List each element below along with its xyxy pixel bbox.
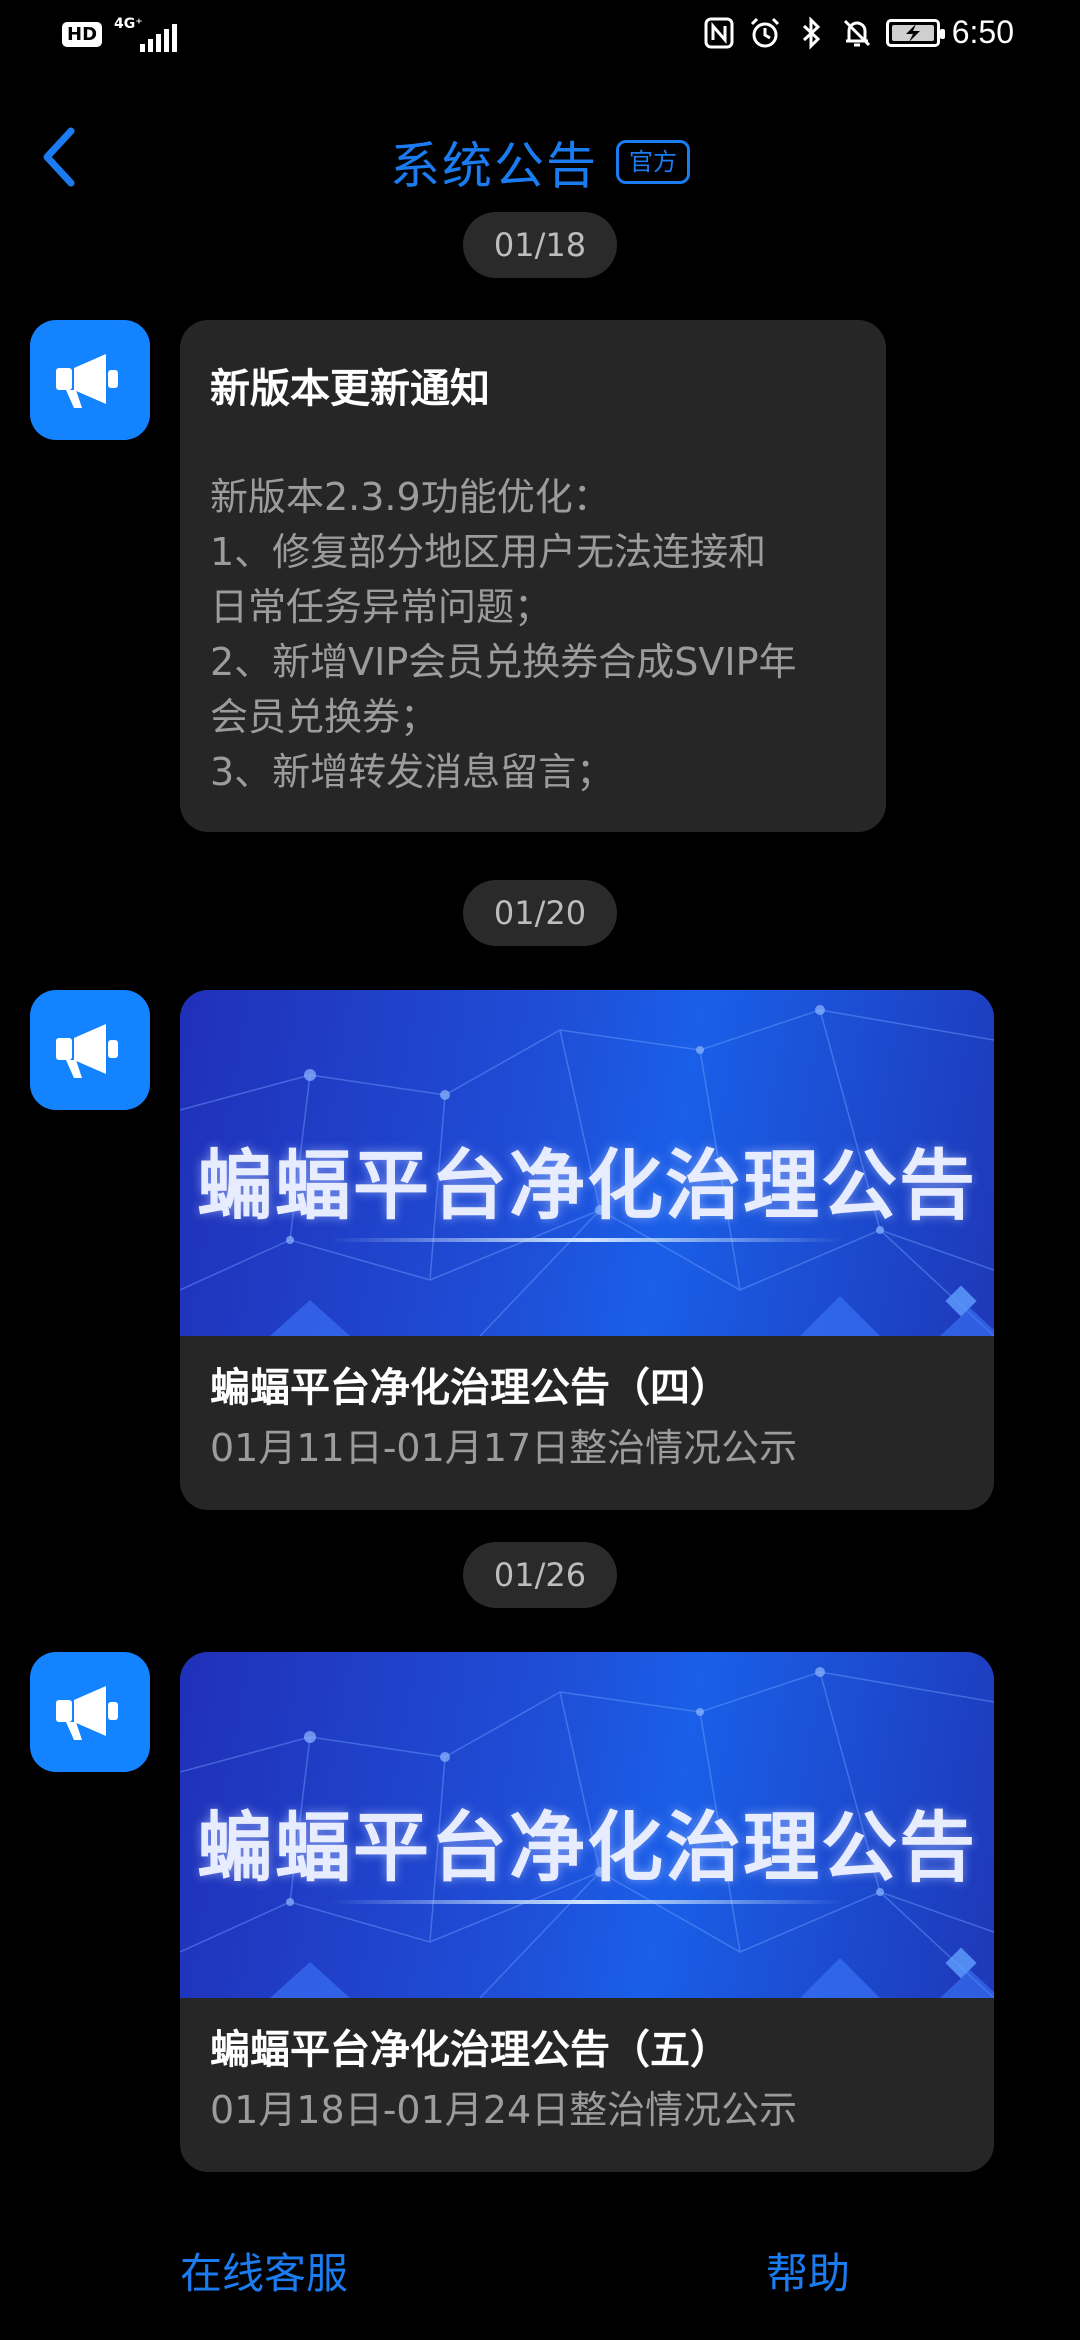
card-title: 蝙蝠平台净化治理公告（四） <box>210 1365 730 1411</box>
image-announcement-card[interactable]: 蝙蝠平台净化治理公告 蝙蝠平台净化治理公告（五） 01月18日-01月24日整治… <box>180 1652 994 2172</box>
card-subtitle: 01月18日-01月24日整治情况公示 <box>210 2088 798 2132</box>
nfc-icon <box>704 17 734 48</box>
system-announcement-screen: HD 4G⁺ 6:50 系统公告 官方 01/18 新版本更新通知 新版本2.3… <box>0 0 1080 2340</box>
card-line: 3、新增转发消息留言； <box>210 750 615 794</box>
page-title: 系统公告 <box>390 137 598 195</box>
image-announcement-card[interactable]: 蝙蝠平台净化治理公告 蝙蝠平台净化治理公告（四） 01月11日-01月17日整治… <box>180 990 994 1510</box>
banner-glow-line <box>330 1900 844 1904</box>
date-pill: 01/20 <box>463 880 617 946</box>
network-signal: 4G⁺ <box>114 16 178 52</box>
announcement-avatar <box>30 990 150 1110</box>
header: 系统公告 官方 <box>0 100 1080 210</box>
status-right: 6:50 <box>702 14 1014 51</box>
alarm-icon <box>750 17 779 47</box>
date-pill: 01/18 <box>463 212 617 278</box>
card-body: 蝙蝠平台净化治理公告（五） 01月18日-01月24日整治情况公示 <box>180 1998 994 2138</box>
status-time: 6:50 <box>951 14 1014 50</box>
card-line: 会员兑换券； <box>210 695 439 739</box>
announcement-avatar <box>30 1652 150 1772</box>
announcement-banner: 蝙蝠平台净化治理公告 <box>180 990 994 1336</box>
status-left: HD 4G⁺ <box>62 16 178 52</box>
megaphone-icon <box>56 1686 118 1740</box>
megaphone-icon <box>56 354 118 408</box>
online-support-link[interactable]: 在线客服 <box>180 2240 348 2301</box>
status-bar: HD 4G⁺ 6:50 <box>0 0 1080 76</box>
help-link[interactable]: 帮助 <box>766 2240 850 2301</box>
banner-title: 蝙蝠平台净化治理公告 <box>197 1141 977 1230</box>
signal-icon <box>140 24 178 52</box>
hd-badge: HD <box>62 21 103 47</box>
announcement-avatar <box>30 320 150 440</box>
battery-charging-icon <box>885 18 945 47</box>
bluetooth-icon <box>802 15 820 50</box>
card-title: 新版本更新通知 <box>210 366 490 412</box>
text-announcement-card[interactable]: 新版本更新通知 新版本2.3.9功能优化： 1、修复部分地区用户无法连接和 日常… <box>180 320 886 832</box>
card-line: 1、修复部分地区用户无法连接和 <box>210 530 767 574</box>
announcement-banner: 蝙蝠平台净化治理公告 <box>180 1652 994 1998</box>
banner-glow-line <box>330 1238 844 1242</box>
card-subtitle: 01月11日-01月17日整治情况公示 <box>210 1426 798 1470</box>
card-title: 蝙蝠平台净化治理公告（五） <box>210 2027 730 2073</box>
mute-icon <box>843 19 870 46</box>
card-line: 新版本2.3.9功能优化： <box>210 475 611 519</box>
official-badge: 官方 <box>616 140 690 184</box>
title-group: 系统公告 官方 <box>0 126 1080 198</box>
banner-title: 蝙蝠平台净化治理公告 <box>197 1803 977 1892</box>
date-pill: 01/26 <box>463 1542 617 1608</box>
megaphone-icon <box>56 1024 118 1078</box>
card-line: 日常任务异常问题； <box>210 585 553 629</box>
card-line: 2、新增VIP会员兑换券合成SVIP年 <box>210 640 797 684</box>
card-body: 蝙蝠平台净化治理公告（四） 01月11日-01月17日整治情况公示 <box>180 1336 994 1476</box>
